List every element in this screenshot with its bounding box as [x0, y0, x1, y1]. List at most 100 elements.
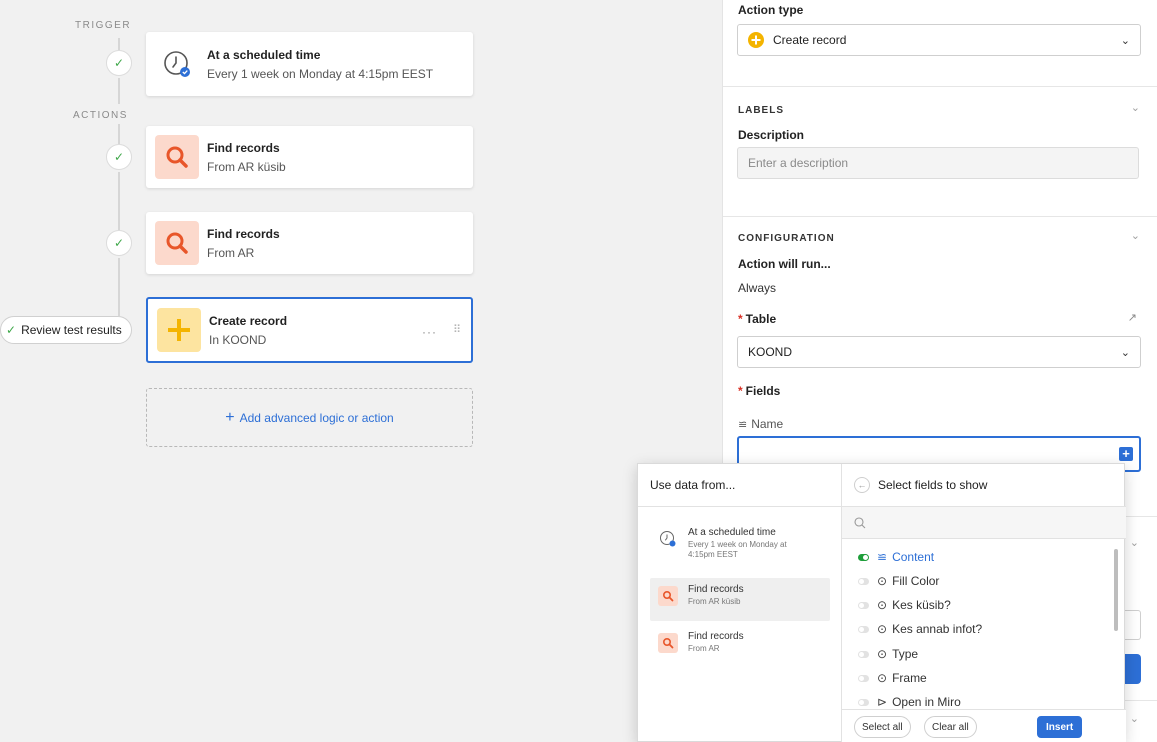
field-selector-title: Select fields to show [878, 478, 988, 492]
source-subtitle: From AR küsib [688, 597, 741, 606]
collapse-chevron-icon[interactable]: ⌄ [1130, 536, 1139, 549]
action-type-value: Create record [773, 33, 847, 47]
step-subtitle: Every 1 week on Monday at 4:15pm EEST [207, 66, 434, 81]
collapse-chevron-icon[interactable]: ⌄ [1131, 229, 1140, 242]
insert-button[interactable]: Insert [1037, 716, 1083, 738]
field-row-fill-color[interactable]: ⊙ Fill Color [858, 574, 939, 588]
field-list-scrollbar[interactable] [1114, 549, 1118, 631]
configuration-section-header: CONFIGURATION [738, 233, 835, 244]
step-complete-check-icon: ✓ [106, 50, 132, 76]
step-subtitle: From AR küsib [207, 159, 286, 174]
trigger-section-label: TRIGGER [75, 20, 132, 31]
field-search[interactable] [842, 507, 1126, 539]
field-toggle[interactable] [858, 674, 869, 682]
search-icon [155, 221, 199, 265]
chevron-down-icon: ⌄ [1120, 34, 1130, 47]
action-type-select[interactable]: Create record ⌄ [737, 24, 1141, 56]
search-icon [658, 586, 678, 606]
field-selector-footer: Select all Clear all Insert [842, 709, 1126, 742]
field-toggle[interactable] [858, 650, 869, 658]
action-card-find-records-1[interactable]: Find records From AR küsib [146, 126, 473, 188]
long-text-icon: ≌ [877, 550, 888, 564]
step-subtitle: From AR [207, 245, 255, 260]
source-title: Find records [688, 631, 744, 642]
field-row-frame[interactable]: ⊙ Frame [858, 671, 927, 685]
field-row-kes-annab-infot[interactable]: ⊙ Kes annab infot? [858, 622, 982, 636]
step-title: At a scheduled time [207, 47, 321, 62]
data-source-item[interactable]: At a scheduled time Every 1 week on Mond… [650, 521, 830, 566]
connector-line [118, 124, 120, 144]
table-select[interactable]: KOOND ⌄ [737, 336, 1141, 368]
collapse-chevron-icon[interactable]: ⌄ [1131, 101, 1140, 114]
action-card-create-record[interactable]: Create record In KOOND ··· ⠿ [146, 297, 473, 363]
step-complete-check-icon: ✓ [106, 230, 132, 256]
field-row-content[interactable]: ≌ Content [858, 550, 934, 564]
fields-label: * Fields [738, 384, 781, 398]
source-subtitle: From AR [688, 644, 720, 653]
workflow-canvas: TRIGGER ACTIONS ✓ ✓ ✓ At a scheduled tim… [0, 0, 722, 742]
back-arrow-icon[interactable]: ← [854, 477, 870, 493]
single-select-icon: ⊙ [877, 622, 888, 636]
plus-icon [748, 32, 764, 48]
field-selector: ← Select fields to show ≌ Content ⊙ Fill… [842, 464, 1126, 742]
long-text-icon: ≌ [738, 419, 748, 431]
source-title: At a scheduled time [688, 527, 776, 538]
more-options-icon[interactable]: ··· [422, 325, 437, 339]
required-marker: * [738, 384, 743, 398]
description-field[interactable] [737, 147, 1139, 179]
labels-section-header: LABELS [738, 105, 784, 116]
add-advanced-logic-button[interactable]: + Add advanced logic or action [146, 388, 473, 447]
field-toggle[interactable] [858, 601, 869, 609]
connector-line [118, 78, 120, 104]
action-will-run-label: Action will run... [738, 257, 831, 271]
connector-line [118, 38, 120, 50]
single-select-icon: ⊙ [877, 574, 888, 588]
labels-section: LABELS ⌄ Description [723, 86, 1157, 216]
field-toggle[interactable] [858, 577, 869, 585]
single-select-icon: ⊙ [877, 598, 888, 612]
source-title: Find records [688, 584, 744, 595]
review-test-results-button[interactable]: ✓ Review test results [0, 316, 132, 344]
description-input[interactable] [748, 156, 1128, 170]
data-picker-popover: Use data from... At a scheduled time Eve… [637, 463, 1126, 742]
add-action-label: Add advanced logic or action [239, 410, 394, 425]
field-row-type[interactable]: ⊙ Type [858, 647, 918, 661]
plus-icon: + [225, 408, 235, 426]
field-toggle[interactable] [858, 625, 869, 633]
action-type-label: Action type [738, 3, 804, 17]
field-row-kes-kusib[interactable]: ⊙ Kes küsib? [858, 598, 951, 612]
name-field-label: ≌ Name [738, 417, 784, 431]
search-icon [658, 633, 678, 653]
insert-data-plus-icon[interactable]: + [1119, 447, 1133, 461]
source-subtitle: Every 1 week on Monday at 4:15pm EEST [688, 540, 787, 559]
select-all-button[interactable]: Select all [854, 716, 911, 738]
connector-line [118, 258, 120, 316]
clear-all-button[interactable]: Clear all [924, 716, 977, 738]
search-icon [155, 135, 199, 179]
single-select-icon: ⊙ [877, 671, 888, 685]
collapse-chevron-icon[interactable]: ⌄ [1130, 712, 1139, 725]
drag-handle-icon[interactable]: ⠿ [453, 323, 461, 336]
table-value: KOOND [748, 345, 793, 359]
step-title: Find records [207, 226, 280, 241]
clock-icon [658, 529, 678, 549]
search-icon [854, 516, 866, 528]
action-card-find-records-2[interactable]: Find records From AR [146, 212, 473, 274]
table-label: * Table [738, 312, 777, 326]
button-icon: ⊳ [877, 695, 888, 709]
external-link-icon[interactable]: ↗ [1128, 311, 1137, 324]
data-source-item[interactable]: Find records From AR [650, 625, 830, 660]
step-title: Find records [207, 140, 280, 155]
field-row-open-in-miro[interactable]: ⊳ Open in Miro [858, 695, 961, 709]
data-source-item[interactable]: Find records From AR küsib [650, 578, 830, 621]
field-toggle[interactable] [858, 553, 869, 561]
action-will-run-value: Always [738, 281, 777, 295]
field-toggle[interactable] [858, 698, 869, 706]
trigger-card[interactable]: At a scheduled time Every 1 week on Mond… [146, 32, 473, 96]
data-source-header: Use data from... [638, 464, 841, 507]
description-label: Description [738, 128, 805, 142]
required-marker: * [738, 312, 743, 326]
check-icon: ✓ [6, 323, 17, 337]
single-select-icon: ⊙ [877, 647, 888, 661]
review-test-results-label: Review test results [21, 323, 122, 337]
